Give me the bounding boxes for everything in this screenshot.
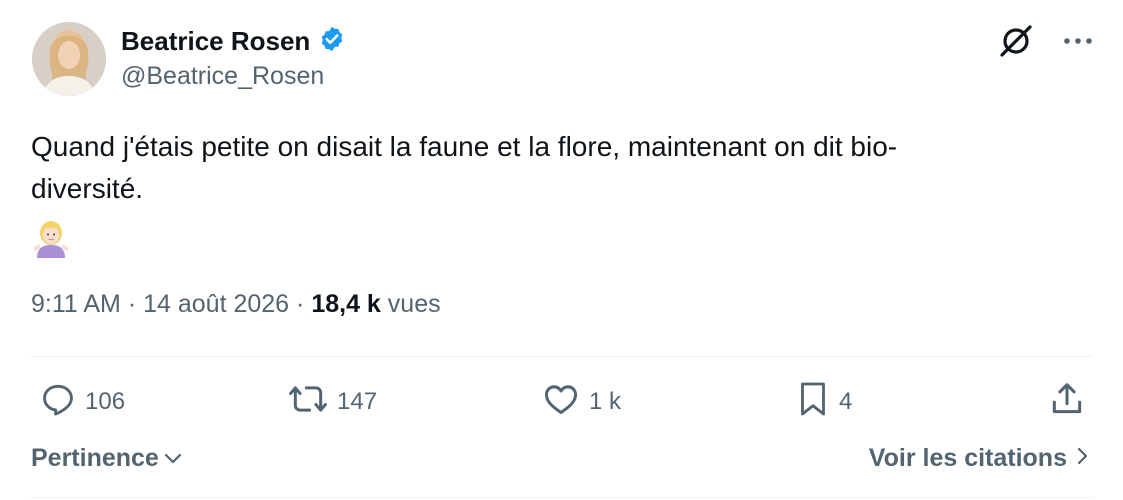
avatar[interactable] [32, 22, 106, 96]
divider [31, 497, 1092, 498]
view-quotes-link[interactable]: Voir les citations [869, 444, 1089, 473]
sort-label: Pertinence [31, 444, 159, 472]
author-name-row[interactable]: Beatrice Rosen [121, 24, 346, 58]
share-button[interactable] [1048, 380, 1086, 424]
meta-separator: · [127, 290, 137, 318]
tweet-action-bar: 106 147 1 k 4 [31, 380, 1092, 424]
profile-photo [32, 22, 106, 96]
repost-count: 147 [337, 388, 378, 415]
grok-icon[interactable] [997, 22, 1035, 60]
author-handle[interactable]: @Beatrice_Rosen [121, 62, 324, 91]
view-quotes-label: Voir les citations [868, 444, 1067, 472]
woman-shrugging-emoji [31, 218, 71, 258]
meta-separator: · [296, 290, 305, 318]
bookmark-icon [795, 379, 831, 426]
bookmark-count: 4 [839, 388, 853, 415]
tweet-meta: 9:11 AM · 14 août 2026 · 18,4 k vues [31, 290, 441, 319]
repost-icon [287, 380, 329, 425]
like-button[interactable]: 1 k [541, 380, 621, 424]
bookmark-button[interactable]: 4 [795, 380, 852, 424]
more-icon[interactable] [1063, 36, 1093, 46]
views-count: 18,4 k [311, 290, 381, 318]
reply-icon [39, 380, 77, 425]
like-count: 1 k [589, 388, 622, 415]
tweet-time[interactable]: 9:11 AM [31, 290, 121, 319]
divider [31, 356, 1092, 357]
share-icon [1048, 380, 1086, 425]
chevron-right-icon [1075, 444, 1089, 473]
reply-count: 106 [85, 388, 126, 415]
tweet-header-actions [997, 22, 1093, 60]
reply-button[interactable]: 106 [39, 380, 125, 424]
sort-dropdown[interactable]: Pertinence [31, 444, 183, 473]
heart-icon [541, 380, 581, 425]
verified-badge-icon [318, 25, 346, 58]
views-label: vues [387, 290, 441, 318]
chevron-down-icon [163, 444, 183, 473]
tweet-date[interactable]: 14 août 2026 [143, 290, 289, 319]
repost-button[interactable]: 147 [287, 380, 377, 424]
tweet-text: Quand j'étais petite on disait la faune … [31, 131, 898, 204]
author-display-name[interactable]: Beatrice Rosen [121, 26, 310, 57]
